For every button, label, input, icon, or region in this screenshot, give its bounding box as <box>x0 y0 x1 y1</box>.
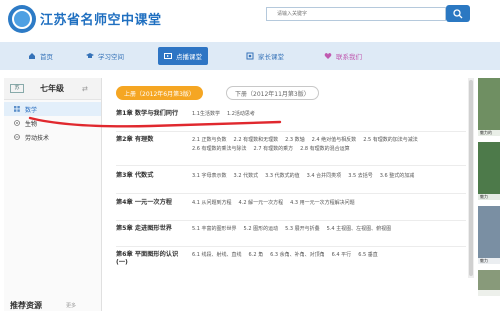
section-link[interactable]: 3.1 字母表示数 <box>192 172 227 181</box>
section-link[interactable]: 2.8 有理数的混合运算 <box>300 145 350 154</box>
site-logo[interactable] <box>8 5 36 33</box>
thumbnail-caption: 魅力 <box>478 194 500 200</box>
search-button[interactable] <box>446 5 470 22</box>
math-icon <box>14 106 20 112</box>
section-link[interactable]: 4.3 用一元一次方程解决问题 <box>290 199 355 208</box>
section-link[interactable]: 6.3 余角、补角、对顶角 <box>270 251 325 260</box>
parent-icon <box>246 52 254 60</box>
site-title[interactable]: 江苏省名师空中课堂 <box>40 9 162 28</box>
thumbnail-caption <box>478 290 500 296</box>
chapter-row: 第5章 走进图形世界 5.1 丰富的图形世界 5.2 图形的运动 5.3 展开与折叠… <box>116 225 466 247</box>
search-icon <box>453 8 463 18</box>
chapter-sections: 6.1 线段、射线、直线 6.2 角 6.3 余角、补角、对顶角 6.4 平行 6.5 … <box>192 251 462 260</box>
grade-name: 七年级 <box>40 84 64 93</box>
chapter-sections: 1.1生活数学 1.2活动思考 <box>192 110 462 119</box>
section-link[interactable]: 6.2 角 <box>249 251 264 260</box>
section-link[interactable]: 5.3 展开与折叠 <box>285 225 320 234</box>
nav-on-demand[interactable]: 点播课堂 <box>158 47 208 65</box>
section-link[interactable]: 6.1 线段、射线、直线 <box>192 251 242 260</box>
nav-label: 家长课堂 <box>258 53 284 61</box>
video-icon <box>164 53 172 59</box>
section-link[interactable]: 2.3 数轴 <box>285 136 305 145</box>
chapter-panel: 上册（2012年6月第3版） 下册（2012年11月第3版） 第1章 数学与我们… <box>108 78 476 311</box>
header: 江苏省名师空中课堂 <box>0 0 500 42</box>
chapter-sections: 2.1 正数与负数 2.2 有理数和无理数 2.3 数轴 2.4 绝对值与相反数 2.5… <box>192 136 462 154</box>
section-link[interactable]: 1.2活动思考 <box>227 110 255 119</box>
chapter-title[interactable]: 第3章 代数式 <box>116 172 188 180</box>
section-link[interactable]: 3.5 去括号 <box>348 172 373 181</box>
section-link[interactable]: 6.4 平行 <box>332 251 352 260</box>
section-link[interactable]: 2.6 有理数的乘法与除法 <box>192 145 247 154</box>
textbook-badge: 苏 <box>10 84 24 93</box>
section-link[interactable]: 3.6 整式的加减 <box>380 172 415 181</box>
chapter-title[interactable]: 第4章 一元一次方程 <box>116 199 188 207</box>
recommend-more-link[interactable]: 更多 <box>66 302 76 309</box>
scrollbar-thumb[interactable] <box>469 80 473 276</box>
thumbnail-caption: 魅力 <box>478 258 500 264</box>
thumbnail-caption: 魅力的 <box>478 130 500 136</box>
subject-label: 劳动技术 <box>25 134 50 142</box>
nav-home[interactable]: 首页 <box>22 47 59 65</box>
section-link[interactable]: 2.5 有理数的加法与减法 <box>363 136 418 145</box>
home-icon <box>29 53 35 59</box>
graduation-cap-icon <box>86 53 94 58</box>
section-link[interactable]: 3.2 代数式 <box>234 172 259 181</box>
video-thumbnail[interactable] <box>478 270 500 296</box>
chapter-title[interactable]: 第6章 平面图形的认识(一) <box>116 251 188 267</box>
chapter-title[interactable]: 第2章 有理数 <box>116 136 188 144</box>
subject-label: 生物 <box>25 120 38 128</box>
chapter-title[interactable]: 第5章 走进图形世界 <box>116 225 188 233</box>
section-link[interactable]: 4.1 从问题到方程 <box>192 199 232 208</box>
nav-label: 联系我们 <box>336 53 362 61</box>
video-thumbnail[interactable]: 魅力 <box>478 206 500 264</box>
swap-grade-icon[interactable]: ⇄ <box>82 85 88 93</box>
chapter-row: 第1章 数学与我们同行 1.1生活数学 1.2活动思考 <box>116 110 466 132</box>
section-link[interactable]: 2.1 正数与负数 <box>192 136 227 145</box>
subject-label: 数学 <box>25 106 38 114</box>
nav-contact[interactable]: 联系我们 <box>318 47 368 65</box>
video-thumbnail[interactable]: 魅力 <box>478 142 500 200</box>
section-link[interactable]: 5.1 丰富的图形世界 <box>192 225 237 234</box>
grade-header: 苏 七年级 ⇄ <box>4 78 101 100</box>
chapter-row: 第3章 代数式 3.1 字母表示数 3.2 代数式 3.3 代数式的值 3.4 合并同… <box>116 172 466 194</box>
chapter-row: 第6章 平面图形的认识(一) 6.1 线段、射线、直线 6.2 角 6.3 余角、补… <box>116 251 466 279</box>
contact-icon <box>324 53 332 59</box>
section-link[interactable]: 4.2 解一元一次方程 <box>239 199 284 208</box>
section-link[interactable]: 3.4 合并同类项 <box>307 172 342 181</box>
tab-upper-volume[interactable]: 上册（2012年6月第3版） <box>116 86 203 100</box>
section-link[interactable]: 6.5 垂直 <box>358 251 378 260</box>
tab-lower-volume[interactable]: 下册（2012年11月第3版） <box>226 86 319 100</box>
recommend-section-title: 推荐资源 <box>10 301 42 310</box>
subject-labor[interactable]: 劳动技术 <box>4 130 101 144</box>
nav-parents[interactable]: 家长课堂 <box>240 47 290 65</box>
section-link[interactable]: 2.2 有理数和无理数 <box>234 136 279 145</box>
section-link[interactable]: 5.2 图形的运动 <box>244 225 279 234</box>
nav-label: 学习空间 <box>98 53 124 61</box>
subject-biology[interactable]: 生物 <box>4 116 101 130</box>
nav-label: 点播课堂 <box>176 53 202 61</box>
subject-math[interactable]: 数学 <box>4 102 101 116</box>
section-link[interactable]: 3.3 代数式的值 <box>265 172 300 181</box>
labor-icon <box>14 134 20 140</box>
section-link[interactable]: 1.1生活数学 <box>192 110 220 119</box>
section-link[interactable]: 2.7 有理数的乘方 <box>254 145 294 154</box>
section-link[interactable]: 2.4 绝对值与相反数 <box>312 136 357 145</box>
chapter-sections: 5.1 丰富的图形世界 5.2 图形的运动 5.3 展开与折叠 5.4 主视图、左视图… <box>192 225 462 234</box>
section-link[interactable]: 5.4 主视图、左视图、俯视图 <box>327 225 392 234</box>
nav-study-space[interactable]: 学习空间 <box>80 47 130 65</box>
video-thumbnail[interactable]: 魅力的 <box>478 78 500 136</box>
chapter-title[interactable]: 第1章 数学与我们同行 <box>116 110 188 118</box>
chapter-row: 第2章 有理数 2.1 正数与负数 2.2 有理数和无理数 2.3 数轴 2.4 绝对… <box>116 136 466 166</box>
chapter-sections: 4.1 从问题到方程 4.2 解一元一次方程 4.3 用一元一次方程解决问题 <box>192 199 462 208</box>
chapter-sections: 3.1 字母表示数 3.2 代数式 3.3 代数式的值 3.4 合并同类项 3.5 去括… <box>192 172 462 181</box>
search-input[interactable] <box>266 7 446 21</box>
nav-label: 首页 <box>40 53 53 61</box>
chapter-row: 第4章 一元一次方程 4.1 从问题到方程 4.2 解一元一次方程 4.3 用一元一… <box>116 199 466 221</box>
main-nav: 首页 学习空间 点播课堂 家长课堂 联系我们 <box>0 42 500 70</box>
biology-icon <box>14 120 20 126</box>
grade-sidebar: 苏 七年级 ⇄ 数学 生物 劳动技术 <box>4 78 102 311</box>
